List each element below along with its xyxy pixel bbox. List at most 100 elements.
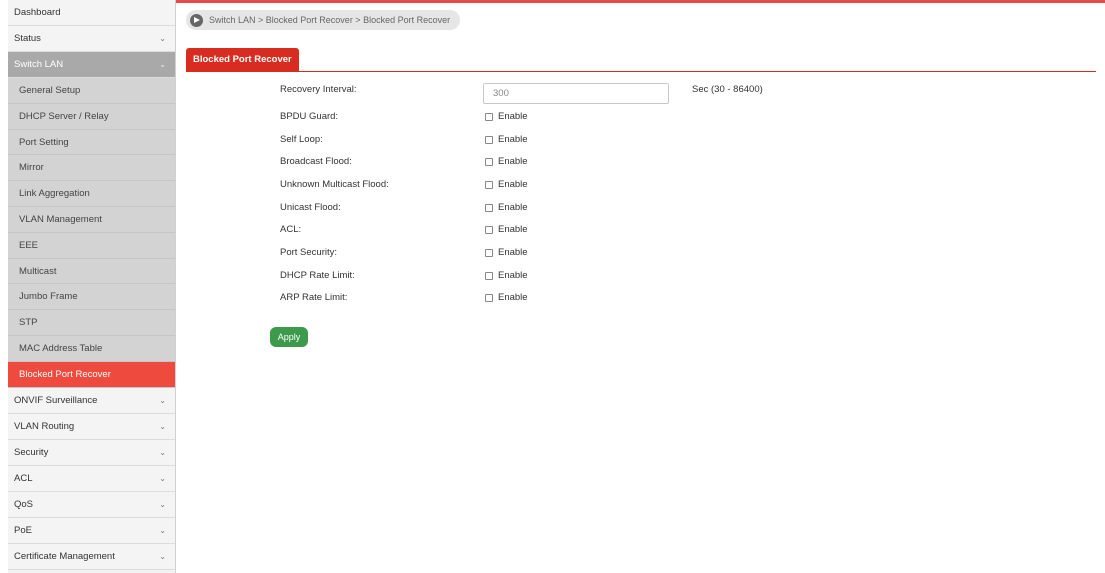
sidebar-submenu-switch-lan: General Setup DHCP Server / Relay Port S… [8, 78, 175, 388]
chevron-down-icon: ⌄ [159, 395, 166, 405]
sidebar-item-onvif-surveillance[interactable]: ONVIF Surveillance ⌄ [8, 387, 175, 414]
sidebar-item-label: VLAN Management [19, 213, 102, 225]
sidebar-item-acl[interactable]: ACL ⌄ [8, 465, 175, 492]
apply-button[interactable]: Apply [270, 327, 308, 347]
sidebar-item-dhcp-server-relay[interactable]: DHCP Server / Relay [8, 103, 175, 130]
checkbox-box[interactable] [485, 180, 493, 189]
sidebar-item-status[interactable]: Status ⌄ [8, 26, 175, 52]
sidebar-item-security[interactable]: Security ⌄ [8, 439, 175, 466]
checkbox-label: Enable [498, 247, 528, 258]
bpdu-guard-checkbox[interactable]: Enable [485, 111, 528, 122]
sidebar-item-link-aggregation[interactable]: Link Aggregation [8, 181, 175, 207]
sidebar-item-vlan-management[interactable]: VLAN Management [8, 206, 175, 233]
sidebar-item-label: Dashboard [14, 7, 61, 18]
checkbox-label: Enable [498, 224, 528, 235]
sidebar-item-label: Jumbo Frame [19, 291, 78, 303]
checkbox-label: Enable [498, 156, 528, 167]
chevron-down-icon: ⌄ [159, 421, 166, 431]
sidebar-item-switch-lan[interactable]: Switch LAN ⌄ [8, 52, 175, 78]
sidebar-item-label: General Setup [19, 85, 81, 96]
sidebar-item-blocked-port-recover[interactable]: Blocked Port Recover [8, 361, 175, 388]
checkbox-label: Enable [498, 134, 528, 145]
bpdu-guard-label: BPDU Guard: [280, 111, 339, 122]
sidebar-item-label: Security [14, 446, 49, 458]
play-circle-icon [190, 13, 203, 27]
tab-underline [186, 71, 1096, 72]
checkbox-box[interactable] [485, 225, 493, 234]
breadcrumb: Switch LAN > Blocked Port Recover > Bloc… [186, 10, 461, 30]
checkbox-box[interactable] [485, 293, 493, 302]
broadcast-flood-label: Broadcast Flood: [280, 156, 352, 167]
checkbox-box[interactable] [485, 157, 493, 166]
sidebar-item-label: Switch LAN [14, 59, 64, 70]
checkbox-label: Enable [498, 111, 528, 122]
sidebar-item-dashboard[interactable]: Dashboard [8, 0, 175, 26]
unknown-multicast-flood-checkbox[interactable]: Enable [485, 179, 528, 190]
sidebar-item-label: DHCP Server / Relay [19, 110, 109, 122]
sidebar-item-stp[interactable]: STP [8, 310, 175, 336]
checkbox-box[interactable] [485, 112, 493, 121]
sidebar-item-eee[interactable]: EEE [8, 232, 175, 259]
port-security-checkbox[interactable]: Enable [485, 247, 528, 258]
sidebar-item-label: ACL [14, 472, 33, 484]
checkbox-label: Enable [498, 270, 528, 281]
sidebar-item-label: Certificate Management [14, 550, 115, 562]
sidebar-item-label: Multicast [19, 265, 57, 277]
acl-checkbox[interactable]: Enable [485, 224, 528, 235]
chevron-down-icon: ⌄ [159, 473, 166, 483]
chevron-down-icon: ⌄ [159, 60, 166, 69]
recovery-interval-label: Recovery Interval: [280, 84, 357, 95]
sidebar-item-general-setup[interactable]: General Setup [8, 78, 175, 104]
tab-blocked-port-recover[interactable]: Blocked Port Recover [186, 48, 299, 71]
checkbox-label: Enable [498, 202, 528, 213]
acl-label: ACL: [280, 224, 302, 235]
sidebar-item-label: QoS [14, 498, 34, 510]
sidebar-item-certificate-management[interactable]: Certificate Management ⌄ [8, 543, 175, 570]
sidebar-item-port-setting[interactable]: Port Setting [8, 129, 175, 156]
dhcp-rate-limit-checkbox[interactable]: Enable [485, 270, 528, 281]
sidebar-item-label: Status [14, 33, 41, 44]
sidebar-item-poe[interactable]: PoE ⌄ [8, 517, 175, 544]
unicast-flood-label: Unicast Flood: [280, 202, 341, 213]
dhcp-rate-limit-label: DHCP Rate Limit: [280, 270, 355, 281]
sidebar-item-label: Blocked Port Recover [19, 368, 111, 380]
arp-rate-limit-checkbox[interactable]: Enable [485, 292, 528, 303]
sidebar-item-label: MAC Address Table [19, 342, 103, 354]
breadcrumb-text: Switch LAN > Blocked Port Recover > Bloc… [209, 15, 451, 25]
checkbox-label: Enable [498, 292, 528, 303]
checkbox-box[interactable] [485, 271, 493, 280]
recovery-interval-hint: Sec (30 - 86400) [692, 84, 763, 95]
sidebar-item-label: STP [19, 317, 38, 329]
port-security-label: Port Security: [280, 247, 338, 258]
sidebar-item-multicast[interactable]: Multicast [8, 258, 175, 285]
sidebar-item-jumbo-frame[interactable]: Jumbo Frame [8, 284, 175, 311]
chevron-down-icon: ⌄ [159, 525, 166, 535]
sidebar-item-label: PoE [14, 524, 32, 536]
checkbox-box[interactable] [485, 203, 493, 212]
chevron-down-icon: ⌄ [159, 34, 166, 43]
sidebar-item-label: Port Setting [19, 136, 69, 148]
broadcast-flood-checkbox[interactable]: Enable [485, 156, 528, 167]
checkbox-box[interactable] [485, 135, 493, 144]
self-loop-checkbox[interactable]: Enable [485, 134, 528, 145]
arp-rate-limit-label: ARP Rate Limit: [280, 292, 348, 303]
unicast-flood-checkbox[interactable]: Enable [485, 202, 528, 213]
unknown-multicast-flood-label: Unknown Multicast Flood: [280, 179, 389, 190]
recovery-interval-input[interactable]: 300 [483, 83, 669, 104]
self-loop-label: Self Loop: [280, 134, 323, 145]
sidebar-item-label: VLAN Routing [14, 420, 75, 432]
top-accent-line [176, 0, 1105, 3]
sidebar-item-label: Mirror [19, 162, 44, 174]
sidebar-item-label: Link Aggregation [19, 188, 90, 200]
sidebar-item-mirror[interactable]: Mirror [8, 155, 175, 182]
sidebar-item-label: ONVIF Surveillance [14, 394, 98, 406]
checkbox-label: Enable [498, 179, 528, 190]
sidebar-item-vlan-routing[interactable]: VLAN Routing ⌄ [8, 413, 175, 440]
sidebar-item-label: EEE [19, 239, 39, 251]
chevron-down-icon: ⌄ [159, 551, 166, 561]
chevron-down-icon: ⌄ [159, 499, 166, 509]
checkbox-box[interactable] [485, 248, 493, 257]
sidebar-item-mac-address-table[interactable]: MAC Address Table [8, 335, 175, 362]
chevron-down-icon: ⌄ [159, 447, 166, 457]
sidebar-item-qos[interactable]: QoS ⌄ [8, 491, 175, 518]
